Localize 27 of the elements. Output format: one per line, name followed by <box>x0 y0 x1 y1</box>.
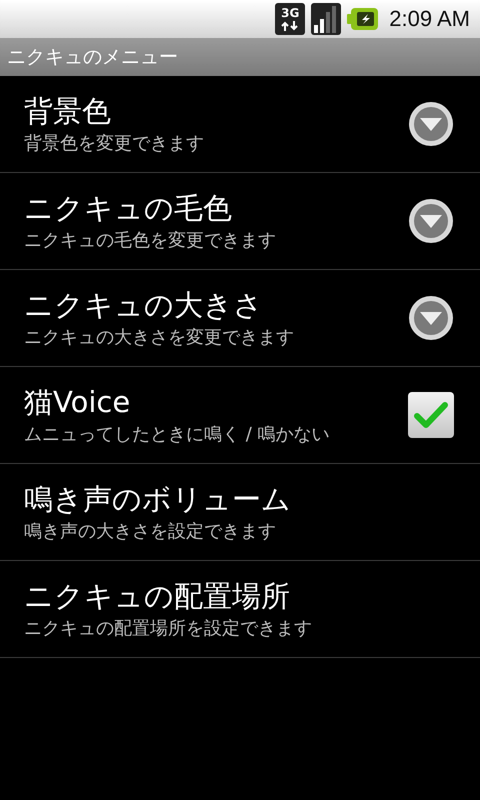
preference-item[interactable]: 猫Voice ムニュってしたときに鳴く / 鳴かない <box>0 367 480 464</box>
preference-summary: ムニュってしたときに鳴く / 鳴かない <box>24 424 330 446</box>
network-icon: 3G <box>275 3 306 35</box>
preference-item[interactable]: 鳴き声のボリューム 鳴き声の大きさを設定できます <box>0 464 480 561</box>
battery-icon <box>347 7 380 31</box>
window-title: ニクキュのメニュー <box>7 45 178 70</box>
preference-item[interactable]: ニクキュの配置場所 ニクキュの配置場所を設定できます <box>0 561 480 658</box>
preference-title: 猫Voice <box>24 384 132 420</box>
signal-icon <box>311 3 342 35</box>
checkbox[interactable] <box>408 392 454 438</box>
preference-item[interactable]: 背景色 背景色を変更できます <box>0 76 480 173</box>
preference-summary: ニクキュの大きさを変更できます <box>24 327 294 349</box>
preference-summary: ニクキュの毛色を変更できます <box>24 230 276 252</box>
dropdown-icon[interactable] <box>408 101 454 147</box>
preference-item[interactable]: ニクキュの毛色 ニクキュの毛色を変更できます <box>0 173 480 270</box>
preference-title: ニクキュの大きさ <box>24 287 264 323</box>
preference-title: 背景色 <box>24 93 112 129</box>
dropdown-icon[interactable] <box>408 198 454 244</box>
preference-summary: ニクキュの配置場所を設定できます <box>24 618 312 640</box>
preference-summary: 鳴き声の大きさを設定できます <box>24 521 277 543</box>
preference-item[interactable]: ニクキュの大きさ ニクキュの大きさを変更できます <box>0 270 480 367</box>
preference-summary: 背景色を変更できます <box>24 133 204 155</box>
preference-title: 鳴き声のボリューム <box>24 481 291 517</box>
preference-title: ニクキュの毛色 <box>24 190 233 226</box>
status-time: 2:09 AM <box>389 6 470 32</box>
dropdown-icon[interactable] <box>408 295 454 341</box>
preference-title: ニクキュの配置場所 <box>24 578 291 614</box>
